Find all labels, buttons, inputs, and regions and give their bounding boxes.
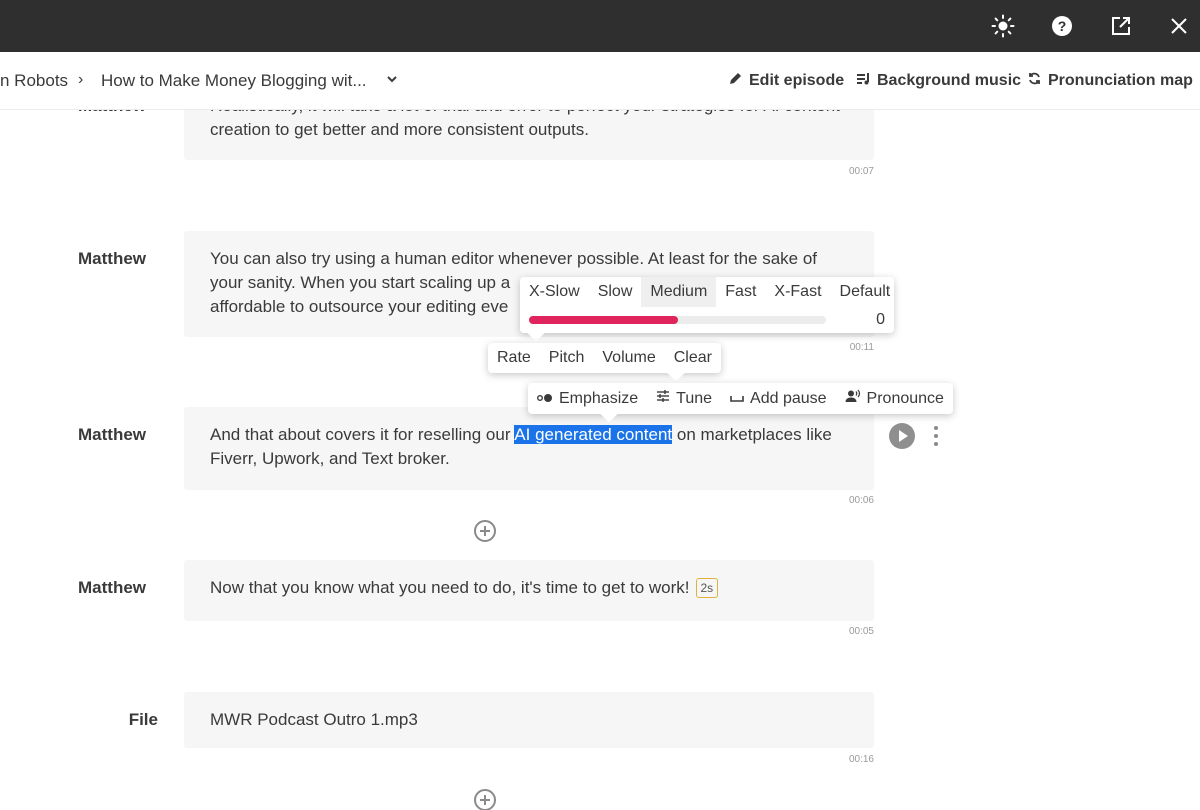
- tune-icon: [656, 389, 670, 408]
- pencil-icon: [728, 71, 743, 91]
- close-icon[interactable]: [1165, 12, 1193, 40]
- add-block-icon[interactable]: [474, 520, 496, 542]
- rate-option-medium[interactable]: Medium: [641, 277, 717, 307]
- emphasize-label: Emphasize: [559, 389, 639, 407]
- episode-header: n Robots › How to Make Money Blogging wi…: [0, 52, 1200, 110]
- block-text[interactable]: And that about covers it for reselling o…: [210, 425, 514, 444]
- open-external-icon[interactable]: [1107, 12, 1135, 40]
- rate-option-slow[interactable]: Slow: [589, 277, 642, 307]
- popup-pointer: [527, 324, 545, 342]
- emphasize-icon: [537, 390, 553, 408]
- add-pause-button[interactable]: Add pause: [721, 383, 836, 414]
- brightness-icon[interactable]: [989, 12, 1017, 40]
- breadcrumb-separator: ›: [78, 71, 84, 88]
- edit-episode-button[interactable]: Edit episode: [728, 71, 844, 91]
- script-block[interactable]: And that about covers it for reselling o…: [184, 407, 874, 490]
- edit-episode-label: Edit episode: [749, 72, 845, 89]
- breadcrumb-parent[interactable]: n Robots: [0, 71, 68, 91]
- tune-label: Tune: [676, 389, 713, 407]
- block-duration: 00:16: [848, 754, 874, 765]
- rate-options: X-Slow Slow Medium Fast X-Fast Default: [520, 277, 899, 307]
- emphasize-button[interactable]: Emphasize: [528, 383, 647, 414]
- block-duration: 00:05: [848, 626, 874, 637]
- selected-text[interactable]: AI generated content: [514, 425, 673, 444]
- rate-option-fast[interactable]: Fast: [716, 277, 765, 307]
- rate-slider[interactable]: [529, 316, 826, 324]
- block-speaker: Matthew: [78, 578, 146, 597]
- space-bar-icon: [730, 390, 744, 408]
- rate-popup: X-Slow Slow Medium Fast X-Fast Default 0: [520, 277, 894, 342]
- pause-badge[interactable]: 2s: [695, 578, 719, 598]
- tab-rate[interactable]: Rate: [488, 343, 540, 373]
- file-name[interactable]: MWR Podcast Outro 1.mp3: [210, 710, 418, 729]
- rate-option-x-fast[interactable]: X-Fast: [765, 277, 830, 307]
- top-bar: ?: [0, 0, 1200, 52]
- block-duration: 00:11: [849, 342, 874, 353]
- block-text-end[interactable]: affordable to outsource your editing eve: [210, 297, 508, 316]
- pronounce-button[interactable]: Pronounce: [836, 383, 953, 414]
- music-list-icon: [856, 71, 871, 91]
- file-block[interactable]: MWR Podcast Outro 1.mp3: [184, 692, 874, 748]
- add-pause-label: Add pause: [750, 389, 827, 407]
- pronunciation-map-button[interactable]: Pronunciation map: [1027, 71, 1193, 91]
- block-speaker: Matthew: [78, 249, 146, 268]
- rate-value: 0: [876, 311, 885, 328]
- tab-volume[interactable]: Volume: [593, 343, 664, 373]
- block-text[interactable]: Now that you know what you need to do, i…: [210, 578, 690, 597]
- tune-button[interactable]: Tune: [647, 383, 721, 414]
- chevron-down-icon[interactable]: [386, 72, 398, 90]
- rate-option-default[interactable]: Default: [831, 277, 900, 307]
- pronounce-label: Pronounce: [866, 389, 944, 407]
- more-options-icon[interactable]: [933, 426, 939, 448]
- speaking-person-icon: [845, 389, 861, 408]
- background-music-label: Background music: [877, 72, 1022, 89]
- selection-toolbar: Emphasize Tune Add pause Pronounce: [528, 383, 953, 423]
- svg-text:?: ?: [1058, 18, 1067, 34]
- help-icon[interactable]: ?: [1048, 12, 1076, 40]
- block-speaker: Matthew: [78, 425, 146, 444]
- breadcrumb-current[interactable]: How to Make Money Blogging wit...: [101, 71, 367, 91]
- rate-option-x-slow[interactable]: X-Slow: [520, 277, 589, 307]
- prosody-tabs: Rate Pitch Volume Clear: [488, 343, 721, 382]
- sync-icon: [1027, 71, 1042, 91]
- block-duration: 00:07: [848, 166, 874, 177]
- rate-slider-fill: [529, 316, 678, 324]
- play-icon[interactable]: [889, 423, 915, 449]
- block-speaker: File: [128, 710, 158, 729]
- background-music-button[interactable]: Background music: [856, 71, 1021, 91]
- block-duration: 00:06: [848, 495, 874, 506]
- add-block-icon[interactable]: [474, 789, 496, 810]
- tab-pitch[interactable]: Pitch: [540, 343, 594, 373]
- script-block[interactable]: Now that you know what you need to do, i…: [184, 560, 874, 621]
- pronunciation-map-label: Pronunciation map: [1048, 72, 1193, 89]
